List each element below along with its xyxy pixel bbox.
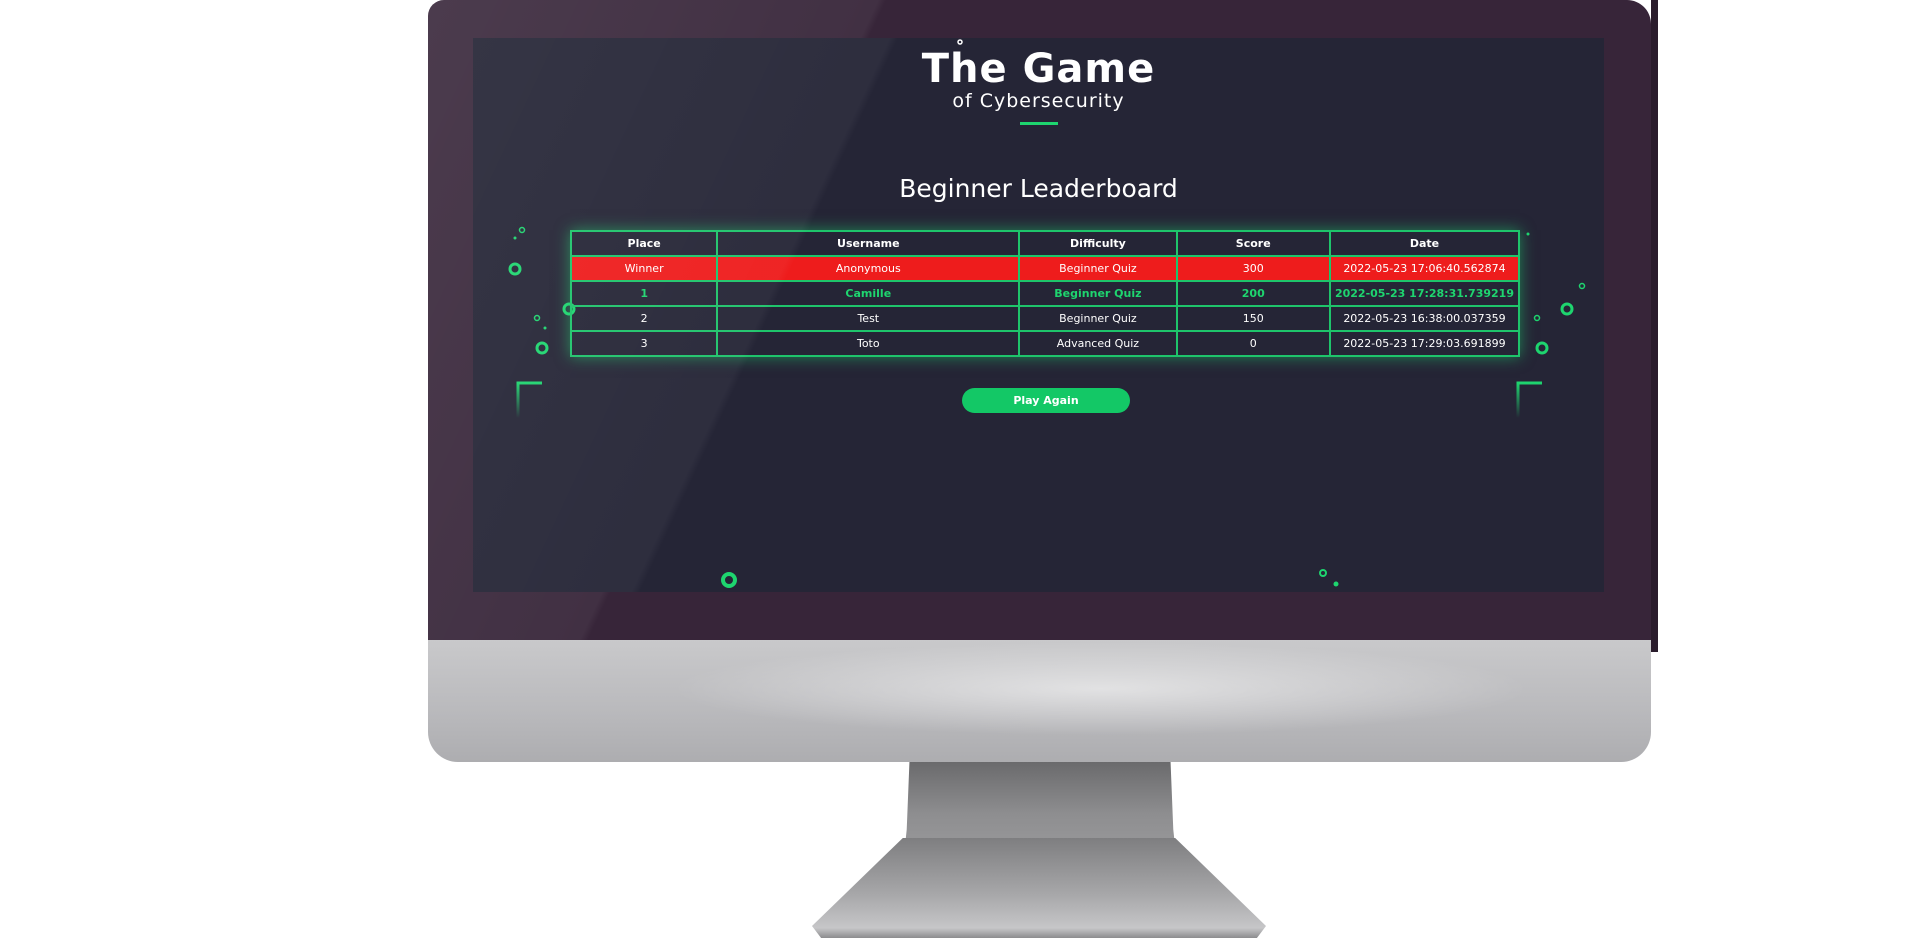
monitor-chin: [428, 640, 1651, 762]
column-header-username: Username: [716, 230, 1021, 257]
cell-score: 300: [1175, 255, 1331, 282]
cell-date: 2022-05-23 17:28:31.739219: [1328, 280, 1521, 307]
logo-subtitle: of Cybersecurity: [952, 90, 1125, 112]
logo-underline: [1019, 122, 1058, 125]
cell-difficulty: Beginner Quiz: [1018, 255, 1178, 282]
cell-place: 1: [569, 280, 719, 307]
table-row: 2 Test Beginner Quiz 150 2022-05-23 16:3…: [569, 305, 1521, 332]
table-row: 3 Toto Advanced Quiz 0 2022-05-23 17:29:…: [569, 330, 1521, 357]
column-header-difficulty: Difficulty: [1018, 230, 1178, 257]
cell-date: 2022-05-23 17:06:40.562874: [1328, 255, 1521, 282]
cell-difficulty: Beginner Quiz: [1018, 305, 1178, 332]
column-header-place: Place: [569, 230, 719, 257]
column-header-score: Score: [1175, 230, 1331, 257]
table-row-current-user: 1 Camille Beginner Quiz 200 2022-05-23 1…: [569, 280, 1521, 307]
logo-title: The Game: [921, 46, 1156, 92]
table-header-row: Place Username Difficulty Score Date: [569, 230, 1521, 257]
cell-date: 2022-05-23 17:29:03.691899: [1328, 330, 1521, 357]
cell-username: Toto: [716, 330, 1021, 357]
column-header-date: Date: [1328, 230, 1521, 257]
monitor-stand-foot: [812, 838, 1266, 938]
table-row-winner: Winner Anonymous Beginner Quiz 300 2022-…: [569, 255, 1521, 282]
monitor-edge: [1651, 0, 1658, 652]
app-logo[interactable]: The Game of Cybersecurity: [473, 48, 1604, 125]
leaderboard-table: Place Username Difficulty Score Date Win…: [569, 230, 1521, 357]
cell-difficulty: Beginner Quiz: [1018, 280, 1178, 307]
cell-score: 0: [1175, 330, 1331, 357]
cell-date: 2022-05-23 16:38:00.037359: [1328, 305, 1521, 332]
cell-difficulty: Advanced Quiz: [1018, 330, 1178, 357]
cell-score: 200: [1175, 280, 1331, 307]
play-again-button[interactable]: Play Again: [962, 388, 1130, 413]
cell-username: Camille: [716, 280, 1021, 307]
page-title: Beginner Leaderboard: [899, 174, 1178, 203]
cell-score: 150: [1175, 305, 1331, 332]
cell-username: Test: [716, 305, 1021, 332]
cell-place: 3: [569, 330, 719, 357]
cell-place: 2: [569, 305, 719, 332]
screen: The Game of Cybersecurity Beginner Leade…: [473, 38, 1604, 592]
cell-username: Anonymous: [716, 255, 1021, 282]
cell-place: Winner: [569, 255, 719, 282]
